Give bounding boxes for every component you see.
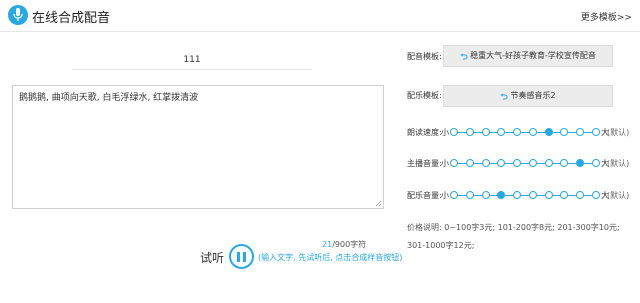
slider-step[interactable] (450, 128, 458, 136)
char-count: 21 (322, 240, 333, 249)
slider-step[interactable] (528, 128, 537, 136)
music-template-button[interactable]: 节奏感音乐2 (443, 85, 613, 107)
slider-step[interactable] (528, 191, 537, 199)
slider-step[interactable] (465, 159, 474, 167)
reading-speed-min: 小 (441, 128, 449, 137)
host-volume-min: 小 (441, 159, 449, 168)
slider-step[interactable] (513, 128, 522, 136)
host-volume-label: 主播音量: (407, 159, 442, 168)
music-volume-min: 小 (441, 191, 449, 200)
playback-label: 试听 (200, 251, 225, 265)
slider-handle[interactable] (544, 128, 553, 136)
music-template-label: 配乐模板: (407, 91, 442, 100)
slider-step[interactable] (528, 159, 537, 167)
microphone-icon (8, 5, 28, 25)
slider-step[interactable] (513, 191, 522, 199)
reading-speed-slider[interactable] (450, 127, 600, 137)
voice-template-button[interactable]: 稳重大气-好孩子教育-学校宣传配音 (443, 45, 613, 67)
page-header: 在线合成配音 更多模板>> (0, 0, 640, 32)
slider-handle[interactable] (576, 159, 585, 167)
title-input[interactable]: 111 (72, 50, 312, 70)
reading-speed-default: (默认) (607, 128, 630, 137)
slider-step[interactable] (513, 159, 522, 167)
playback-hint: (输入文字, 先试听后, 点击合成样音按钮) (258, 253, 403, 262)
slider-step[interactable] (544, 159, 553, 167)
more-templates-link[interactable]: 更多模板>> (581, 10, 632, 23)
voice-template-label: 配音模板: (407, 52, 442, 61)
slider-step[interactable] (592, 159, 600, 167)
text-input[interactable]: 鹅鹅鹅, 曲项向天歌, 白毛浮绿水, 红掌拨清波 (12, 85, 384, 209)
pause-icon (237, 252, 240, 262)
slider-step[interactable] (560, 128, 569, 136)
undo-icon (460, 52, 468, 59)
char-counter: 21/900字符 (322, 239, 366, 250)
slider-handle[interactable] (497, 191, 506, 199)
music-template-value: 节奏感音乐2 (510, 91, 556, 100)
slider-step[interactable] (497, 128, 506, 136)
price-info: 价格说明: 0~100字3元; 101-200字8元; 201-300字10元;… (407, 223, 620, 250)
slider-step[interactable] (450, 191, 458, 199)
text-input-value: 鹅鹅鹅, 曲项向天歌, 白毛浮绿水, 红掌拨清波 (19, 93, 199, 103)
resize-grip-icon[interactable] (375, 200, 382, 207)
slider-track (454, 162, 596, 164)
host-volume-slider[interactable] (450, 158, 600, 168)
slider-step[interactable] (576, 191, 585, 199)
reading-speed-label: 朗读速度: (407, 128, 442, 137)
undo-icon (500, 92, 508, 99)
slider-step[interactable] (497, 159, 506, 167)
pause-icon (243, 252, 246, 262)
music-volume-slider[interactable] (450, 190, 600, 200)
voice-template-value: 稳重大气-好孩子教育-学校宣传配音 (470, 51, 596, 60)
host-volume-default: (默认) (607, 159, 630, 168)
char-limit: /900字符 (332, 240, 367, 249)
slider-step[interactable] (481, 128, 490, 136)
pause-button[interactable] (229, 244, 254, 269)
slider-step[interactable] (465, 191, 474, 199)
slider-step[interactable] (560, 159, 569, 167)
music-volume-label: 配乐音量: (407, 191, 442, 200)
slider-track (454, 131, 596, 133)
slider-track (454, 194, 596, 196)
slider-step[interactable] (450, 159, 458, 167)
slider-step[interactable] (592, 191, 600, 199)
slider-step[interactable] (465, 128, 474, 136)
page-title: 在线合成配音 (32, 11, 111, 26)
slider-step[interactable] (481, 159, 490, 167)
slider-step[interactable] (592, 128, 600, 136)
slider-step[interactable] (544, 191, 553, 199)
slider-step[interactable] (481, 191, 490, 199)
slider-step[interactable] (576, 128, 585, 136)
music-volume-default: (默认) (607, 191, 630, 200)
slider-step[interactable] (560, 191, 569, 199)
